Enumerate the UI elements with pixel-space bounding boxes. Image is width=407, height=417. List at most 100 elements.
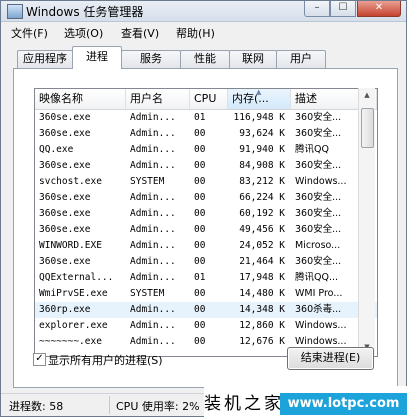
window-title: Windows 任务管理器 xyxy=(26,5,144,19)
cell-name: 360se.exe xyxy=(39,208,91,219)
cell-user: Admin... xyxy=(130,128,176,139)
column-memory[interactable]: 内存(... ▲ xyxy=(228,89,291,109)
menu-bar: 文件(F) 选项(O) 查看(V) 帮助(H) xyxy=(1,22,406,40)
menu-options[interactable]: 选项(O) xyxy=(64,25,103,41)
tab-processes[interactable]: 进程 xyxy=(72,46,122,69)
cell-mem: 24,052 K xyxy=(239,240,285,251)
cell-mem: 91,940 K xyxy=(239,144,285,155)
cell-user: Admin... xyxy=(130,208,176,219)
menu-help[interactable]: 帮助(H) xyxy=(176,25,215,41)
cell-user: SYSTEM xyxy=(130,288,165,299)
title-bar[interactable]: Windows 任务管理器 – ☐ ✕ xyxy=(1,1,406,22)
sort-ascending-icon: ▲ xyxy=(256,89,262,96)
cell-mem: 60,192 K xyxy=(239,208,285,219)
cell-mem: 93,624 K xyxy=(239,128,285,139)
cell-cpu: 00 xyxy=(194,208,206,219)
process-list[interactable]: 映像名称 用户名 CPU 内存(... ▲ 描述 360se.exe Admin.… xyxy=(34,88,378,357)
show-all-users-label[interactable]: 显示所有用户的进程(S) xyxy=(48,352,163,368)
cell-name: 360se.exe xyxy=(39,112,91,123)
tab-networking[interactable]: 联网 xyxy=(229,50,277,68)
cell-user: Admin... xyxy=(130,240,176,251)
cell-mem: 83,212 K xyxy=(239,176,285,187)
tab-strip: 应用程序 进程 服务 性能 联网 用户 xyxy=(1,41,406,69)
cell-cpu: 00 xyxy=(194,160,206,171)
table-row[interactable]: svchost.exe SYSTEM 00 83,212 K Windows... xyxy=(35,174,377,190)
table-row[interactable]: 360se.exe Admin... 01 116,948 K 360安全... xyxy=(35,110,377,126)
cell-user: Admin... xyxy=(130,192,176,203)
cell-cpu: 01 xyxy=(194,112,206,123)
cell-mem: 21,464 K xyxy=(239,256,285,267)
column-user-name[interactable]: 用户名 xyxy=(126,89,190,109)
table-row[interactable]: WINWORD.EXE Admin... 00 24,052 K Microso... xyxy=(35,238,377,254)
cell-name: 360se.exe xyxy=(39,192,91,203)
cell-user: Admin... xyxy=(130,224,176,235)
show-all-users-checkbox[interactable]: ✓ xyxy=(33,353,46,366)
cell-name: ~~~~~~~.exe xyxy=(39,336,102,347)
minimize-button[interactable]: – xyxy=(304,1,330,17)
cell-name: 360se.exe xyxy=(39,160,91,171)
tab-services[interactable]: 服务 xyxy=(121,50,181,68)
cell-user: Admin... xyxy=(130,160,176,171)
cell-name: svchost.exe xyxy=(39,176,102,187)
cell-cpu: 00 xyxy=(194,128,206,139)
column-header-row: 映像名称 用户名 CPU 内存(... ▲ 描述 xyxy=(35,89,377,110)
cell-user: Admin... xyxy=(130,320,176,331)
cell-mem: 12,860 K xyxy=(239,320,285,331)
cell-cpu: 00 xyxy=(194,288,206,299)
table-row[interactable]: explorer.exe Admin... 00 12,860 K Windows... xyxy=(35,318,377,334)
table-row[interactable]: 360se.exe Admin... 00 93,624 K 360安全... xyxy=(35,126,377,142)
menu-file[interactable]: 文件(F) xyxy=(11,25,48,41)
processes-panel: 映像名称 用户名 CPU 内存(... ▲ 描述 360se.exe Admin.… xyxy=(13,68,398,388)
tab-applications[interactable]: 应用程序 xyxy=(17,50,73,68)
cell-name: 360rp.exe xyxy=(39,304,91,315)
maximize-button[interactable]: ☐ xyxy=(330,1,356,17)
watermark-text: 装机之家 xyxy=(204,394,284,414)
table-row[interactable]: 360se.exe Admin... 00 49,456 K 360安全... xyxy=(35,222,377,238)
table-row[interactable]: 360se.exe Admin... 00 60,192 K 360安全... xyxy=(35,206,377,222)
close-button[interactable]: ✕ xyxy=(357,1,401,17)
table-row[interactable]: 360se.exe Admin... 00 84,908 K 360安全... xyxy=(35,158,377,174)
tab-performance[interactable]: 性能 xyxy=(180,50,230,68)
cell-mem: 14,348 K xyxy=(239,304,285,315)
process-count: 进程数: 58 xyxy=(9,400,64,413)
cell-cpu: 00 xyxy=(194,240,206,251)
cell-name: WINWORD.EXE xyxy=(39,240,102,251)
table-row[interactable]: 360se.exe Admin... 00 21,464 K 360安全... xyxy=(35,254,377,270)
cell-name: QQ.exe xyxy=(39,144,74,155)
cell-cpu: 00 xyxy=(194,224,206,235)
cell-mem: 66,224 K xyxy=(239,192,285,203)
cell-mem: 12,676 K xyxy=(239,336,285,347)
cell-cpu: 00 xyxy=(194,336,206,347)
end-process-button[interactable]: 结束进程(E) xyxy=(287,347,374,370)
taskmgr-icon xyxy=(7,4,23,19)
cell-mem: 14,480 K xyxy=(239,288,285,299)
tab-users[interactable]: 用户 xyxy=(276,50,326,68)
scrollbar-thumb[interactable] xyxy=(361,108,374,148)
cell-name: 360se.exe xyxy=(39,224,91,235)
table-row[interactable]: WmiPrvSE.exe SYSTEM 00 14,480 K WMI Pro... xyxy=(35,286,377,302)
vertical-scrollbar[interactable]: ▲ ▼ xyxy=(358,88,375,355)
cell-user: Admin... xyxy=(130,304,176,315)
watermark: 装机之家 www.lotpc.com xyxy=(204,386,407,417)
column-image-name[interactable]: 映像名称 xyxy=(35,89,126,109)
cell-user: Admin... xyxy=(130,336,176,347)
scroll-up-icon[interactable]: ▲ xyxy=(359,88,375,103)
table-row[interactable]: QQExternal... Admin... 01 17,948 K 腾讯QQ... xyxy=(35,270,377,286)
watermark-url: www.lotpc.com xyxy=(280,393,407,415)
cell-cpu: 01 xyxy=(194,272,206,283)
cell-mem: 116,948 K xyxy=(233,112,285,123)
cell-name: 360se.exe xyxy=(39,256,91,267)
cell-cpu: 00 xyxy=(194,256,206,267)
column-memory-label: 内存(... xyxy=(232,92,269,105)
table-row[interactable]: QQ.exe Admin... 00 91,940 K 腾讯QQ xyxy=(35,142,377,158)
cell-cpu: 00 xyxy=(194,144,206,155)
cell-user: SYSTEM xyxy=(130,176,165,187)
table-row[interactable]: 360se.exe Admin... 00 66,224 K 360安全... xyxy=(35,190,377,206)
table-row[interactable]: 360rp.exe Admin... 00 14,348 K 360杀毒... xyxy=(35,302,377,318)
cell-mem: 49,456 K xyxy=(239,224,285,235)
cell-name: WmiPrvSE.exe xyxy=(39,288,108,299)
cpu-usage: CPU 使用率: 2% xyxy=(116,400,200,413)
cell-cpu: 00 xyxy=(194,320,206,331)
column-cpu[interactable]: CPU xyxy=(190,89,228,109)
menu-view[interactable]: 查看(V) xyxy=(121,25,159,41)
